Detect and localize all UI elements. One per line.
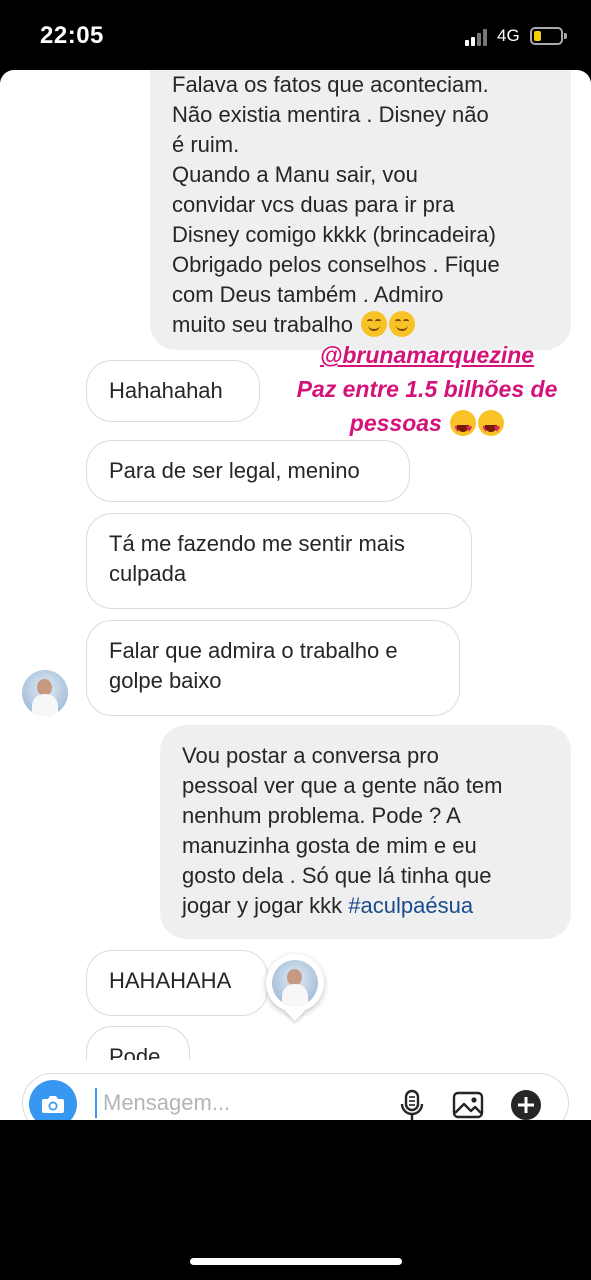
message-received[interactable]: Pode	[86, 1026, 190, 1060]
hashtag-link[interactable]: #aculpaésua	[348, 893, 473, 918]
smiling-face-emoji	[361, 311, 388, 337]
story-caption-overlay: @brunamarquezine Paz entre 1.5 bilhões d…	[282, 338, 572, 446]
heart-eyes-emoji	[478, 410, 505, 446]
text-cursor	[95, 1088, 97, 1118]
message-text: Para de ser legal, menino	[109, 458, 360, 483]
camera-icon	[42, 1096, 64, 1113]
message-line: convidar vcs duas para ir pra	[172, 192, 455, 217]
overlay-line: pessoas	[282, 406, 572, 446]
message-line: manuzinha gosta de mim e eu	[182, 833, 477, 858]
message-line: jogar y jogar kkk #aculpaésua	[182, 893, 474, 918]
message-line: culpada	[109, 561, 187, 586]
signal-icon	[465, 28, 491, 46]
message-text: Pode	[109, 1044, 161, 1060]
message-line: Vou postar a conversa pro	[182, 743, 439, 768]
battery-icon	[530, 27, 567, 45]
message-line: muito seu trabalho	[172, 310, 549, 340]
message-line: gosto dela . Só que lá tinha que	[182, 863, 492, 888]
message-received[interactable]: Para de ser legal, menino	[86, 440, 410, 502]
message-line: Obrigado pelos conselhos . Fique	[172, 252, 500, 277]
message-input[interactable]: Mensagem...	[103, 1090, 230, 1116]
chat-thread[interactable]: Falava os fatos que aconteciam. Não exis…	[0, 70, 591, 1120]
message-received[interactable]: Hahahahah	[86, 360, 260, 422]
screen-bottom	[0, 1120, 591, 1280]
sender-avatar[interactable]	[22, 670, 68, 716]
gallery-icon[interactable]	[451, 1088, 485, 1120]
message-line: Falava os fatos que aconteciam.	[172, 72, 489, 97]
message-line: Quando a Manu sair, vou	[172, 162, 418, 187]
smiling-face-emoji	[389, 311, 416, 337]
message-line: Disney comigo kkkk (brincadeira)	[172, 222, 496, 247]
seen-by-avatar	[266, 954, 324, 1021]
home-indicator[interactable]	[190, 1258, 402, 1265]
message-received[interactable]: Tá me fazendo me sentir mais culpada	[86, 513, 472, 609]
microphone-icon[interactable]	[395, 1088, 429, 1120]
message-text: Hahahahah	[109, 378, 223, 403]
status-bar: 22:05 4G	[0, 0, 591, 70]
clip-area: Pode	[0, 1020, 591, 1060]
message-line: Não existia mentira . Disney não	[172, 102, 489, 127]
message-line: Falar que admira o trabalho e	[109, 638, 398, 663]
clock: 22:05	[40, 22, 104, 49]
heart-eyes-emoji	[450, 410, 477, 446]
plus-icon[interactable]	[509, 1088, 543, 1120]
message-line: Tá me fazendo me sentir mais	[109, 531, 405, 556]
message-sent[interactable]: Falava os fatos que aconteciam. Não exis…	[150, 70, 571, 350]
message-received[interactable]: HAHAHAHA	[86, 950, 268, 1016]
message-line: nenhum problema. Pode ? A	[182, 803, 461, 828]
message-line: com Deus também . Admiro	[172, 282, 444, 307]
seen-avatar	[272, 960, 318, 1006]
message-received[interactable]: Falar que admira o trabalho e golpe baix…	[86, 620, 460, 716]
message-line: é ruim.	[172, 132, 240, 157]
overlay-line: Paz entre 1.5 bilhões de	[296, 376, 558, 402]
message-text: HAHAHAHA	[109, 968, 232, 993]
message-line: pessoal ver que a gente não tem	[182, 773, 503, 798]
message-sent[interactable]: Vou postar a conversa pro pessoal ver qu…	[160, 725, 571, 939]
message-composer[interactable]: Mensagem...	[22, 1073, 569, 1120]
network-type: 4G	[497, 26, 520, 45]
message-line: golpe baixo	[109, 668, 222, 693]
camera-button[interactable]	[29, 1080, 77, 1120]
mention-text: @brunamarquezine	[319, 342, 535, 368]
